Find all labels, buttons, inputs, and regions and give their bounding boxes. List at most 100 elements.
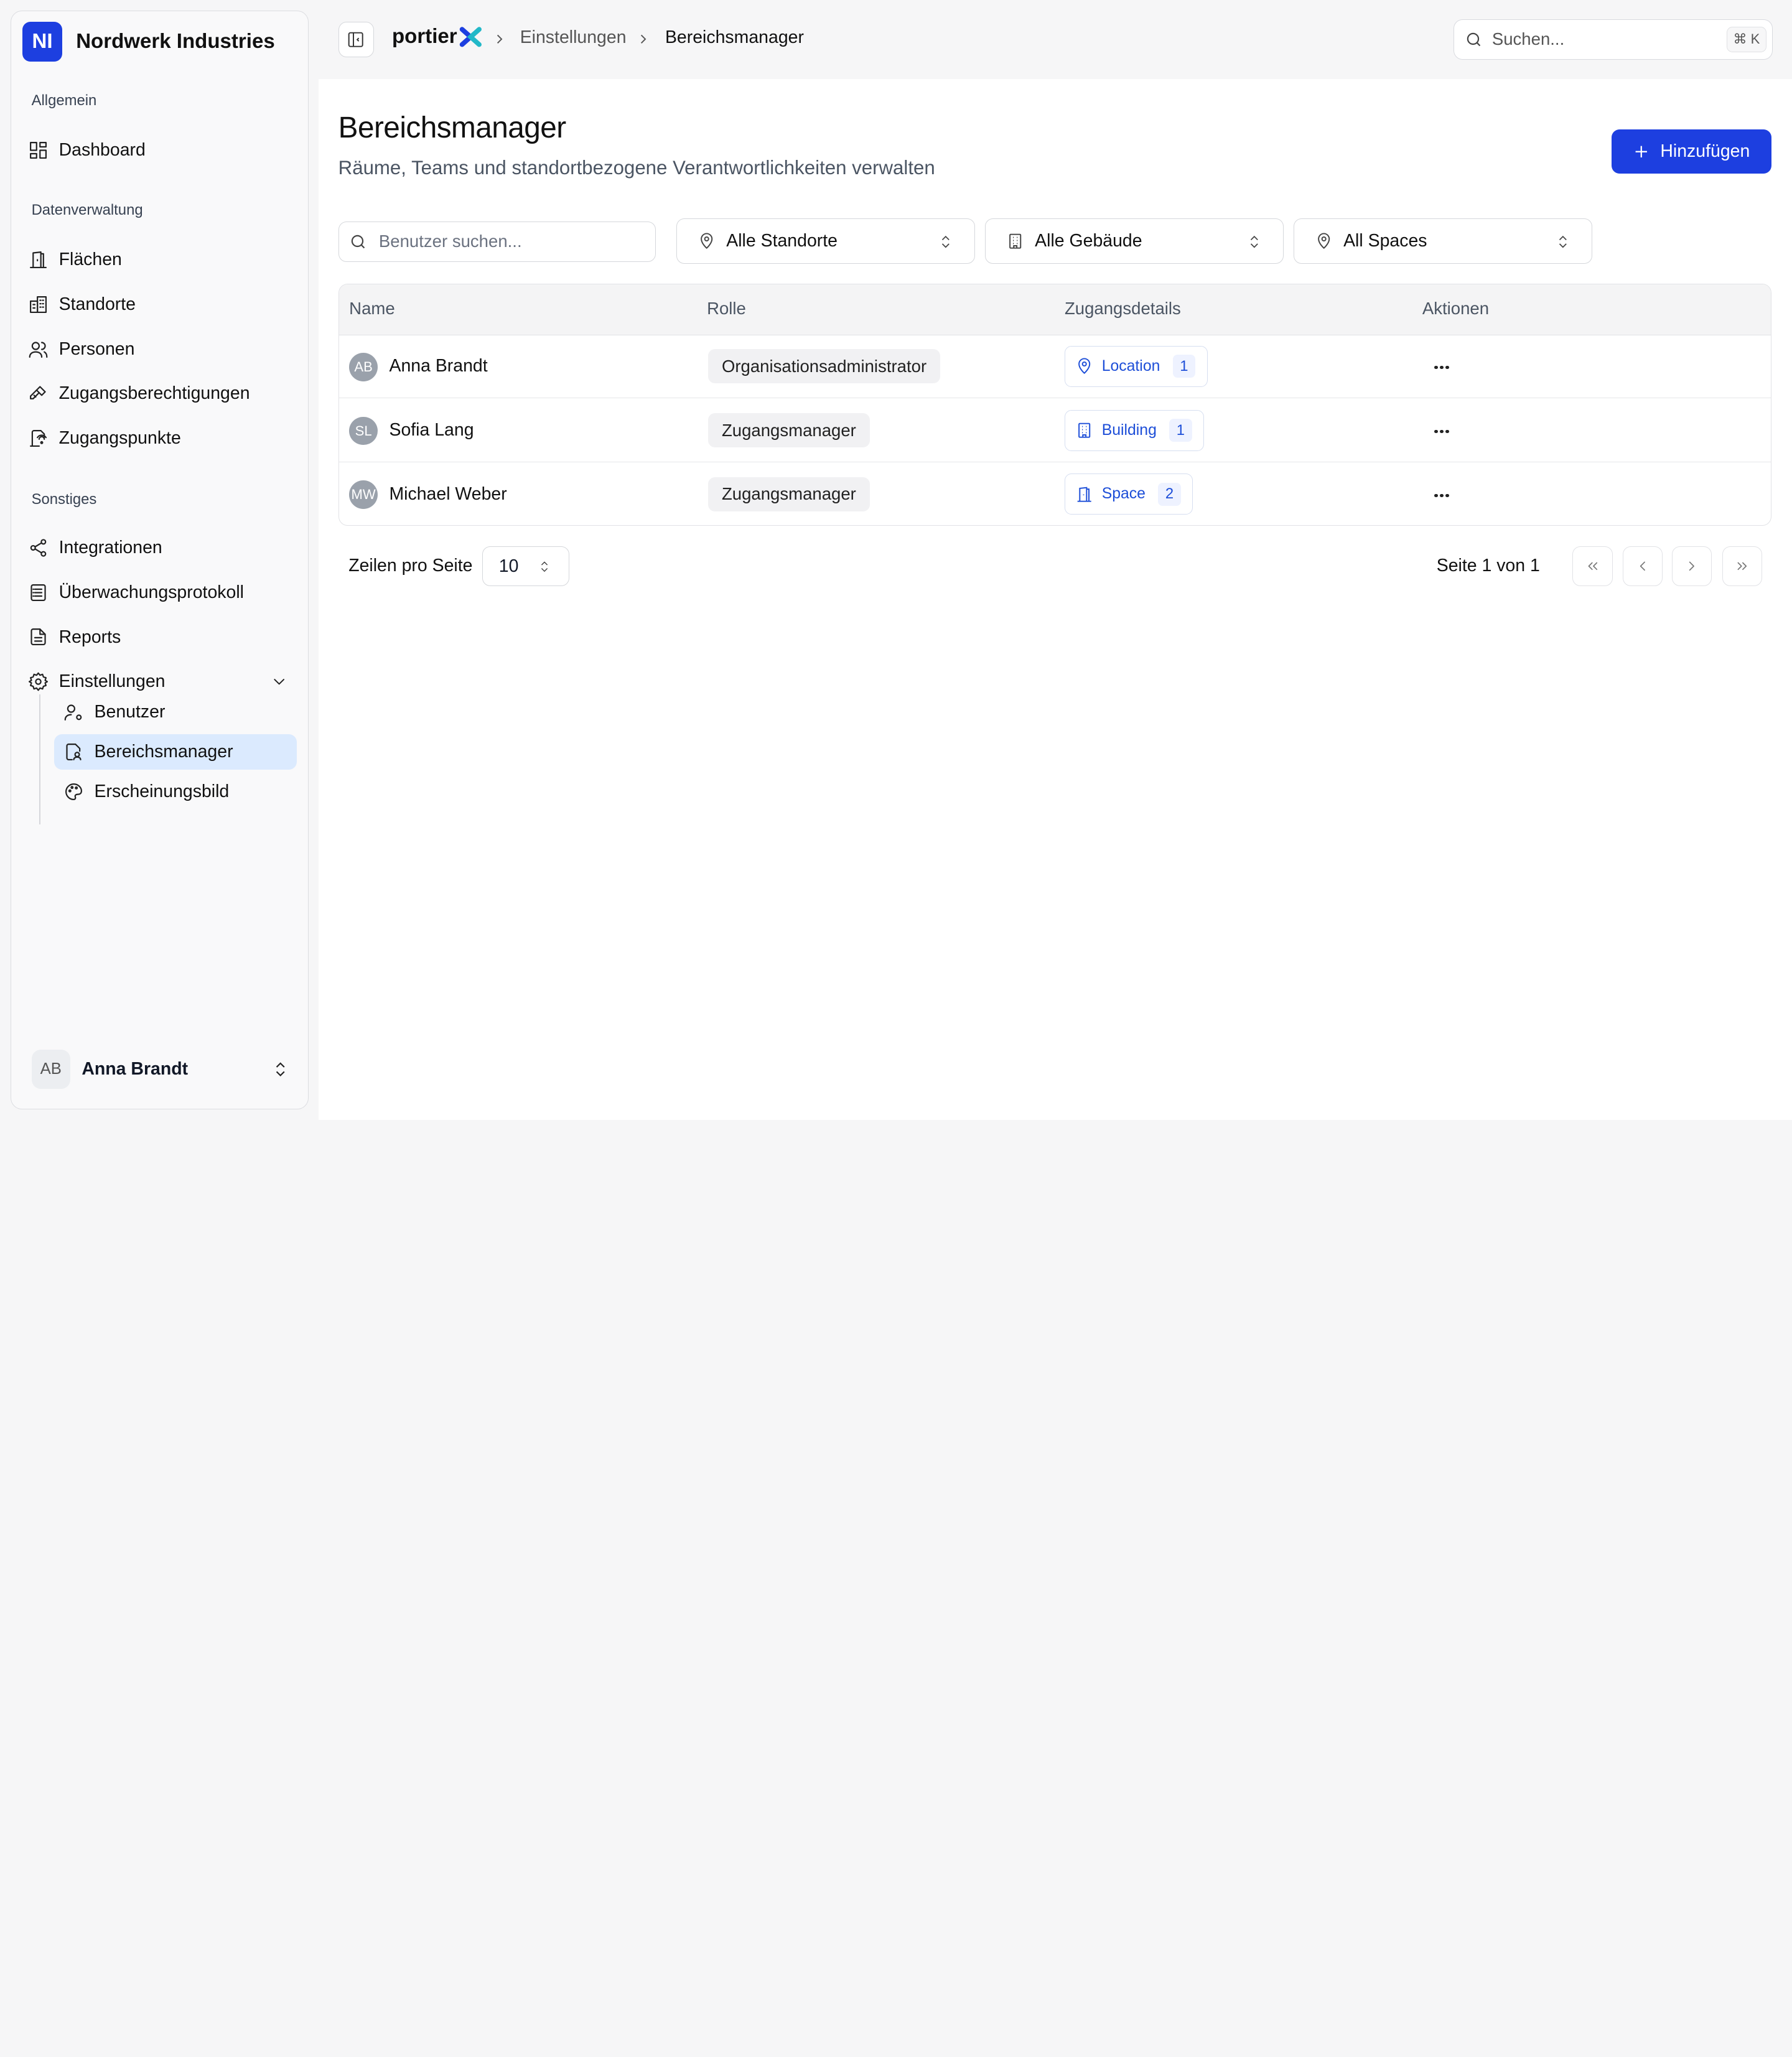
submenu-divider bbox=[39, 694, 41, 825]
pin-icon bbox=[1318, 233, 1330, 249]
sidebar-item-label: Flächen bbox=[58, 250, 122, 270]
section-label-general: Allgemein bbox=[31, 91, 97, 109]
plus-icon bbox=[1635, 146, 1648, 157]
search-icon bbox=[351, 235, 365, 249]
column-header-name[interactable]: Name bbox=[349, 299, 394, 319]
section-label-data: Datenverwaltung bbox=[31, 202, 143, 219]
org-switcher[interactable]: NI Nordwerk Industries bbox=[22, 21, 275, 62]
sidebar-item-zugangsberechtigungen[interactable]: Zugangsberechtigungen bbox=[28, 376, 250, 411]
user-name: Sofia Lang bbox=[389, 420, 474, 441]
sidebar-subitem-bereichsmanager[interactable]: Bereichsmanager bbox=[54, 734, 297, 770]
section-label-other: Sonstiges bbox=[31, 490, 97, 508]
avatar: AB bbox=[31, 1050, 70, 1089]
add-button-label: Hinzufügen bbox=[1660, 141, 1750, 161]
chevrons-right-icon bbox=[1737, 562, 1747, 571]
sidebar-item-integrationen[interactable]: Integrationen bbox=[28, 531, 162, 565]
chevrons-up-down-icon bbox=[941, 235, 950, 248]
next-page-button[interactable] bbox=[1672, 546, 1712, 587]
pin-icon bbox=[1078, 358, 1091, 375]
pin-icon bbox=[701, 233, 713, 249]
building-filter-select[interactable]: Alle Gebäude bbox=[985, 218, 1284, 264]
breadcrumb-einstellungen[interactable]: Einstellungen bbox=[520, 27, 627, 48]
access-details-badge[interactable]: Location 1 bbox=[1064, 345, 1208, 387]
user-menu[interactable]: AB Anna Brandt bbox=[31, 1048, 290, 1089]
door-icon bbox=[1078, 487, 1092, 502]
first-page-button[interactable] bbox=[1572, 546, 1613, 587]
area-managers-table: Name Rolle Zugangsdetails Aktionen AB An… bbox=[338, 283, 1771, 526]
rows-per-page-select[interactable]: 10 bbox=[482, 546, 569, 587]
sidebar-subitem-label: Benutzer bbox=[94, 701, 166, 722]
column-header-rolle[interactable]: Rolle bbox=[707, 299, 746, 319]
key-icon bbox=[30, 386, 46, 400]
sidebar-toggle-button[interactable] bbox=[338, 21, 374, 57]
table-row[interactable]: SL Sofia Lang Zugangsmanager Building 1 bbox=[338, 399, 1771, 463]
page-subtitle: Räume, Teams und standortbezogene Verant… bbox=[338, 156, 935, 179]
search-icon bbox=[1467, 32, 1481, 46]
access-count: 1 bbox=[1172, 355, 1196, 378]
add-button[interactable]: Hinzufügen bbox=[1611, 129, 1771, 174]
avatar: MW bbox=[349, 480, 378, 510]
brand-mark-icon bbox=[460, 27, 482, 47]
buildings-icon bbox=[30, 296, 47, 314]
breadcrumb-separator-icon bbox=[497, 34, 503, 44]
sidebar-item-zugangspunkte[interactable]: Zugangspunkte bbox=[28, 421, 181, 455]
row-actions-button[interactable] bbox=[1430, 356, 1454, 379]
role-badge: Zugangsmanager bbox=[707, 477, 870, 511]
sidebar-item-flaechen[interactable]: Flächen bbox=[28, 243, 122, 277]
building-icon bbox=[1078, 422, 1091, 438]
gear-icon bbox=[29, 672, 49, 691]
sidebar-item-label: Reports bbox=[58, 627, 121, 647]
role-badge: Organisationsadministrator bbox=[707, 349, 941, 384]
chevrons-left-icon bbox=[1588, 562, 1597, 571]
sidebar-subitem-erscheinungsbild[interactable]: Erscheinungsbild bbox=[54, 774, 296, 809]
brand-logo[interactable]: portier bbox=[392, 25, 482, 49]
column-header-zugangsdetails[interactable]: Zugangsdetails bbox=[1065, 299, 1181, 319]
sidebar-item-ueberwachungsprotokoll[interactable]: Überwachungsprotokoll bbox=[28, 576, 244, 610]
access-count: 2 bbox=[1158, 483, 1181, 506]
sidebar-item-personen[interactable]: Personen bbox=[28, 332, 134, 366]
table-row[interactable]: MW Michael Weber Zugangsmanager Space 2 bbox=[339, 464, 1771, 525]
user-name: Anna Brandt bbox=[82, 1058, 189, 1079]
sidebar: NI Nordwerk Industries Allgemein Dashboa… bbox=[10, 10, 309, 1110]
chevrons-up-down-icon bbox=[541, 561, 548, 572]
search-placeholder: Suchen... bbox=[1491, 29, 1565, 49]
location-filter-select[interactable]: Alle Standorte bbox=[676, 218, 975, 264]
rows-per-page-value: 10 bbox=[498, 556, 519, 576]
chevrons-up-down-icon bbox=[1559, 235, 1567, 248]
avatar: SL bbox=[349, 416, 378, 445]
palette-icon bbox=[65, 783, 83, 801]
user-search-input[interactable]: Benutzer suchen... bbox=[338, 222, 656, 262]
breadcrumb-separator-icon bbox=[641, 34, 646, 44]
prev-page-button[interactable] bbox=[1623, 546, 1663, 587]
breadcrumb-current: Bereichsmanager bbox=[665, 27, 804, 48]
building-filter-value: Alle Gebäude bbox=[1035, 231, 1142, 251]
row-actions-button[interactable] bbox=[1430, 420, 1454, 443]
role-badge: Zugangsmanager bbox=[707, 413, 870, 448]
user-name: Anna Brandt bbox=[389, 356, 488, 376]
sidebar-item-label: Personen bbox=[58, 338, 135, 359]
global-search-input[interactable]: Suchen... ⌘ K bbox=[1454, 19, 1773, 60]
sidebar-item-label: Einstellungen bbox=[58, 671, 166, 692]
sidebar-subitem-benutzer[interactable]: Benutzer bbox=[54, 694, 296, 730]
location-filter-value: Alle Standorte bbox=[726, 231, 838, 251]
sidebar-item-standorte[interactable]: Standorte bbox=[28, 287, 136, 322]
chevron-down-icon[interactable] bbox=[270, 673, 288, 691]
user-search-placeholder: Benutzer suchen... bbox=[378, 231, 522, 251]
sidebar-item-dashboard[interactable]: Dashboard bbox=[28, 133, 146, 167]
sidebar-item-label: Integrationen bbox=[58, 538, 162, 558]
table-row[interactable]: AB Anna Brandt Organisationsadministrato… bbox=[338, 335, 1771, 399]
avatar: AB bbox=[349, 352, 378, 381]
sidebar-toggle-icon bbox=[348, 32, 364, 47]
row-actions-button[interactable] bbox=[1430, 484, 1454, 507]
access-details-badge[interactable]: Space 2 bbox=[1064, 473, 1193, 515]
sidebar-item-label: Überwachungsprotokoll bbox=[58, 582, 244, 602]
last-page-button[interactable] bbox=[1722, 546, 1763, 587]
chevron-right-icon bbox=[1689, 561, 1695, 571]
dashboard-icon bbox=[30, 142, 47, 159]
sidebar-item-reports[interactable]: Reports bbox=[28, 620, 121, 654]
space-filter-select[interactable]: All Spaces bbox=[1294, 218, 1592, 264]
file-icon bbox=[30, 628, 46, 646]
sidebar-item-einstellungen[interactable]: Einstellungen bbox=[28, 665, 289, 699]
access-details-badge[interactable]: Building 1 bbox=[1064, 409, 1205, 451]
sidebar-item-label: Zugangspunkte bbox=[58, 427, 181, 448]
